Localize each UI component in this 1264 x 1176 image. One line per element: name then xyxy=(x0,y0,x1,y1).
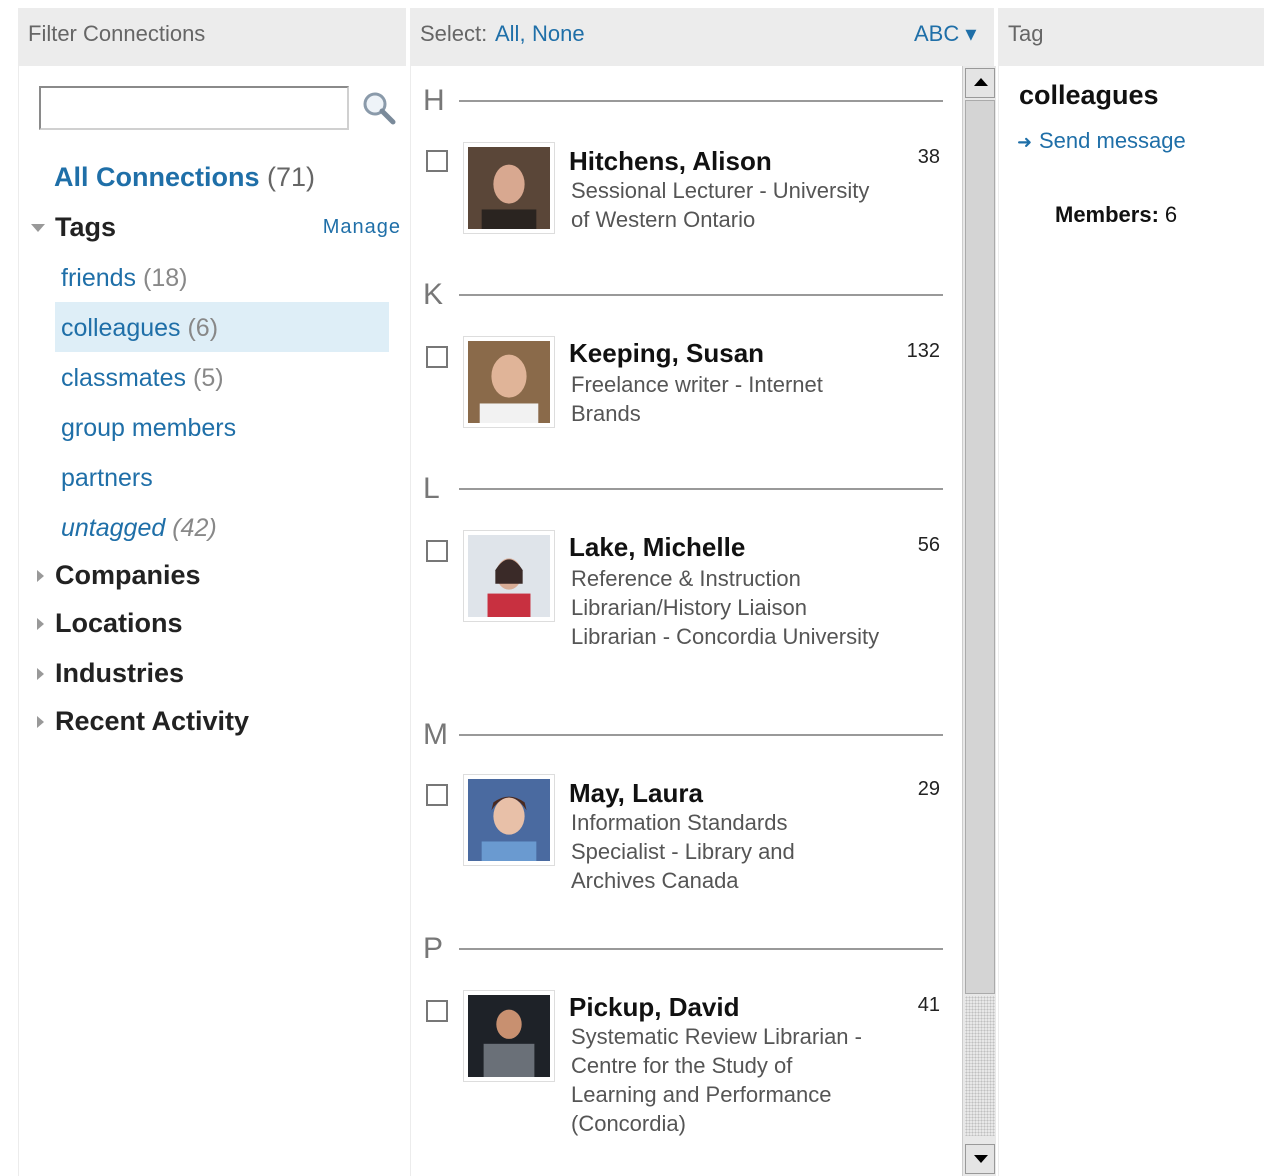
send-message-label: Send message xyxy=(1039,128,1186,153)
category-label: Companies xyxy=(55,560,201,590)
filter-sidebar: All Connections (71) Tags Manage friends… xyxy=(18,66,406,1176)
contact-photo[interactable] xyxy=(463,530,555,622)
tag-label: group members xyxy=(61,414,237,442)
tag-item-classmates[interactable]: classmates (5) xyxy=(55,352,389,402)
contact-name[interactable]: Hitchens, Alison xyxy=(569,146,772,177)
members-count: 6 xyxy=(1164,202,1178,227)
scroll-up-arrow-icon[interactable] xyxy=(965,68,995,98)
contact-title: Information Standards Specialist - Libra… xyxy=(571,810,795,893)
contact-connections-count: 38 xyxy=(917,146,940,168)
person-avatar-icon xyxy=(468,147,550,229)
select-header: Select: All, None ABC ▾ xyxy=(410,8,994,66)
letter-heading: K xyxy=(423,278,444,311)
letter-divider xyxy=(459,948,943,950)
search-icon[interactable] xyxy=(361,90,397,126)
manage-tags-link[interactable]: Manage xyxy=(323,216,401,239)
contact-title: Systematic Review Librarian - Centre for… xyxy=(571,1024,862,1136)
arrow-right-icon: ➜ xyxy=(1017,132,1033,152)
all-connections-label: All Connections xyxy=(54,162,260,192)
contact-checkbox[interactable] xyxy=(426,346,448,368)
letter-heading: P xyxy=(423,932,444,965)
category-label: Locations xyxy=(55,608,183,638)
expand-triangle-icon[interactable] xyxy=(37,618,44,630)
tag-label: untagged xyxy=(61,514,166,542)
tag-detail-panel: colleagues ➜ Send message Members: 6 xyxy=(998,66,1264,1176)
contact-name[interactable]: Pickup, David xyxy=(569,992,740,1023)
tag-label: classmates xyxy=(61,364,187,392)
members-label: Members: xyxy=(1055,202,1159,227)
filter-header: Filter Connections xyxy=(18,8,406,66)
connections-list: H Hitchens, Alison Sessional Lecturer - … xyxy=(410,66,962,1176)
contact-photo[interactable] xyxy=(463,142,555,234)
contact-connections-count: 29 xyxy=(917,778,940,800)
scrollbar-thumb[interactable] xyxy=(965,100,995,994)
scroll-down-arrow-icon[interactable] xyxy=(965,1144,995,1174)
contact-photo[interactable] xyxy=(463,774,555,866)
tag-item-partners[interactable]: partners xyxy=(55,452,389,502)
tag-count: (18) xyxy=(143,264,188,292)
person-avatar-icon xyxy=(468,995,550,1077)
filter-connections-label: Filter Connections xyxy=(28,21,206,46)
contact-title: Reference & Instruction Librarian/Histor… xyxy=(571,566,880,649)
sort-dropdown[interactable]: ABC ▾ xyxy=(914,21,976,47)
category-label: Recent Activity xyxy=(55,706,250,736)
contact-checkbox[interactable] xyxy=(426,540,448,562)
contact-title: Freelance writer - Internet Brands xyxy=(571,372,823,426)
send-message-link[interactable]: ➜ Send message xyxy=(1017,128,1186,154)
tag-count: (5) xyxy=(193,364,224,392)
scrollbar-track[interactable] xyxy=(965,996,995,1136)
contact-connections-count: 56 xyxy=(917,534,940,556)
letter-heading: H xyxy=(423,84,445,117)
contact-connections-count: 41 xyxy=(917,994,940,1016)
tag-label: partners xyxy=(61,464,153,492)
letter-divider xyxy=(459,734,943,736)
collapse-triangle-icon[interactable] xyxy=(31,224,45,232)
select-none-link[interactable]: None xyxy=(532,21,585,47)
letter-divider xyxy=(459,488,943,490)
tag-label: colleagues xyxy=(61,314,181,342)
tag-header: Tag xyxy=(998,8,1264,66)
person-avatar-icon xyxy=(468,779,550,861)
contact-name[interactable]: May, Laura xyxy=(569,778,703,809)
tag-label: friends xyxy=(61,264,137,292)
search-input[interactable] xyxy=(39,86,349,130)
tag-item-colleagues[interactable]: colleagues (6) xyxy=(55,302,389,352)
all-connections-link[interactable]: All Connections (71) xyxy=(54,162,315,193)
expand-triangle-icon[interactable] xyxy=(37,668,44,680)
letter-heading: M xyxy=(423,718,448,751)
letter-divider xyxy=(459,100,943,102)
expand-triangle-icon[interactable] xyxy=(37,570,44,582)
contact-photo[interactable] xyxy=(463,990,555,1082)
contact-checkbox[interactable] xyxy=(426,784,448,806)
select-label: Select: xyxy=(420,21,488,46)
person-avatar-icon xyxy=(468,535,550,617)
tag-header-label: Tag xyxy=(1008,21,1044,46)
contact-photo[interactable] xyxy=(463,336,555,428)
letter-heading: L xyxy=(423,472,440,505)
contact-name[interactable]: Keeping, Susan xyxy=(569,338,764,369)
contact-checkbox[interactable] xyxy=(426,150,448,172)
selected-tag-name: colleagues xyxy=(1019,80,1159,110)
list-scrollbar[interactable] xyxy=(962,66,996,1176)
expand-triangle-icon[interactable] xyxy=(37,716,44,728)
contact-title: Sessional Lecturer - University of Weste… xyxy=(571,178,870,232)
person-avatar-icon xyxy=(468,341,550,423)
tags-title: Tags xyxy=(55,212,117,242)
members-summary: Members: 6 xyxy=(1055,202,1177,228)
tag-item-friends[interactable]: friends (18) xyxy=(55,252,389,302)
contact-checkbox[interactable] xyxy=(426,1000,448,1022)
tag-item-group-members[interactable]: group members xyxy=(55,402,389,452)
tag-count: (6) xyxy=(187,314,219,342)
tags-section-header[interactable]: Tags Manage xyxy=(31,212,401,246)
all-connections-count: (71) xyxy=(267,162,316,192)
letter-divider xyxy=(459,294,943,296)
tag-count: (42) xyxy=(172,514,217,542)
category-label: Industries xyxy=(55,658,185,688)
select-all-link[interactable]: All, xyxy=(495,21,526,47)
contact-name[interactable]: Lake, Michelle xyxy=(569,532,745,563)
tag-item-untagged[interactable]: untagged (42) xyxy=(55,502,389,552)
contact-connections-count: 132 xyxy=(906,340,940,362)
